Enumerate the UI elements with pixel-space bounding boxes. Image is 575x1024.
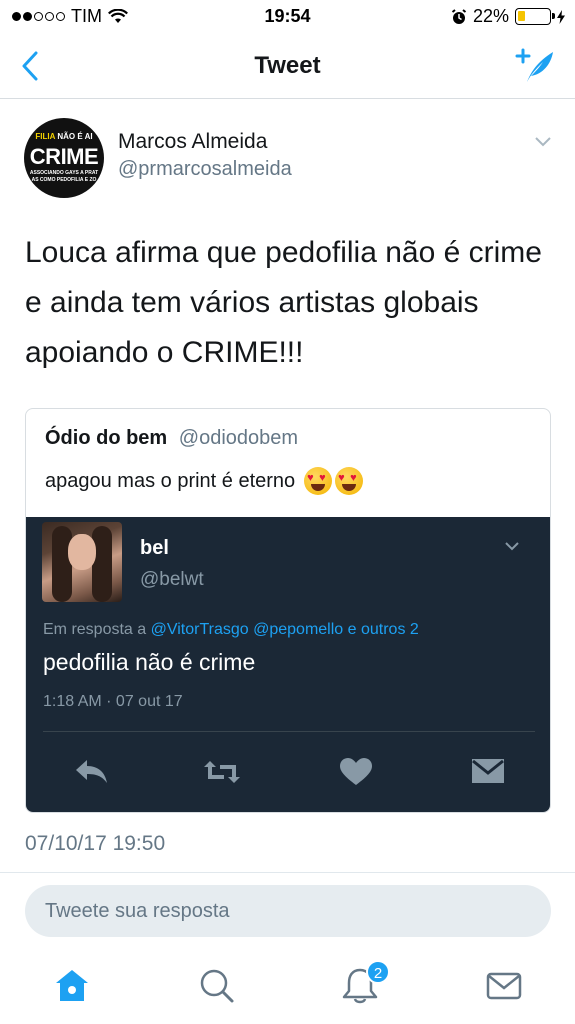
battery-level — [518, 11, 525, 21]
tweet-text: Louca afirma que pedofilia não é crime e… — [25, 236, 542, 369]
notifications-badge: 2 — [366, 960, 390, 984]
embedded-tweet-text: pedofilia não é crime — [43, 649, 256, 675]
battery-icon — [515, 8, 555, 25]
page-title: Tweet — [254, 52, 321, 79]
alarm-icon — [451, 8, 467, 24]
author-handle[interactable]: @prmarcosalmeida — [118, 158, 292, 181]
avatar-sub-text-2: AS COMO PEDOFILIA E ZO — [31, 177, 97, 183]
nav-bar: Tweet — [0, 34, 575, 99]
battery-percent: 22% — [472, 6, 509, 26]
quote-author-handle: @odiodobem — [178, 427, 299, 449]
reply-input[interactable]: Tweete sua resposta — [25, 885, 551, 937]
screenshot-image: bel @belwt Em resposta a @VitorTrasgo @p… — [26, 517, 550, 812]
search-icon — [200, 969, 234, 1003]
status-right: 22% — [451, 6, 565, 27]
tweet-timestamp: 07/10/17 19:50 — [25, 832, 166, 855]
embedded-chevron-down-icon — [504, 539, 520, 551]
embedded-timestamp: 1:18 AM · 07 out 17 — [43, 693, 183, 710]
embedded-reply-to: Em resposta a @VitorTrasgo @pepomello e … — [43, 621, 419, 639]
chevron-down-icon — [535, 137, 551, 147]
quote-author-name: Ódio do bem — [45, 427, 168, 449]
tab-search[interactable] — [194, 964, 238, 1008]
embedded-avatar — [42, 522, 122, 602]
avatar-top-text: FILIA NÃO É AI — [35, 132, 93, 141]
charging-bolt-icon — [557, 9, 565, 24]
reply-prefix: Em resposta a — [43, 621, 147, 638]
avatar-main-text: CRIME — [29, 144, 99, 169]
quote-text-row: apagou mas o print é eterno ♥ ♥ ♥ ♥ — [45, 467, 364, 495]
embedded-divider — [43, 731, 535, 732]
reply-mentions: @VitorTrasgo @pepomello e outros 2 — [150, 621, 419, 638]
home-icon — [56, 970, 88, 1001]
mail-icon — [486, 972, 522, 1000]
tweet-options-button[interactable] — [533, 134, 553, 148]
quoted-tweet[interactable]: Ódio do bem @odiodobem apagou mas o prin… — [25, 408, 551, 813]
compose-button[interactable] — [515, 46, 557, 86]
embedded-reply-icon — [72, 755, 112, 789]
tab-messages[interactable] — [482, 964, 526, 1008]
author-name[interactable]: Marcos Almeida — [118, 130, 267, 154]
embedded-dm-icon — [468, 755, 508, 789]
embedded-author-handle: @belwt — [140, 569, 204, 590]
tab-home[interactable] — [50, 964, 94, 1008]
author-avatar[interactable]: FILIA NÃO É AI CRIME ASSOCIANDO GAYS A P… — [24, 118, 104, 198]
embedded-like-icon — [336, 755, 376, 789]
compose-tweet-icon — [515, 48, 553, 82]
avatar-sub-text-1: ASSOCIANDO GAYS A PRAT — [29, 170, 99, 176]
divider — [0, 872, 575, 873]
embedded-author-name: bel — [140, 537, 169, 559]
embedded-retweet-icon — [202, 755, 242, 789]
heart-eyes-emoji-icon: ♥ ♥ — [335, 467, 364, 495]
tab-bar — [0, 950, 575, 1024]
quote-header: Ódio do bem @odiodobem — [45, 427, 298, 450]
quote-text: apagou mas o print é eterno — [45, 469, 296, 492]
status-bar: TIM 19:54 22% — [0, 0, 575, 34]
heart-eyes-emoji-icon: ♥ ♥ — [304, 467, 333, 495]
